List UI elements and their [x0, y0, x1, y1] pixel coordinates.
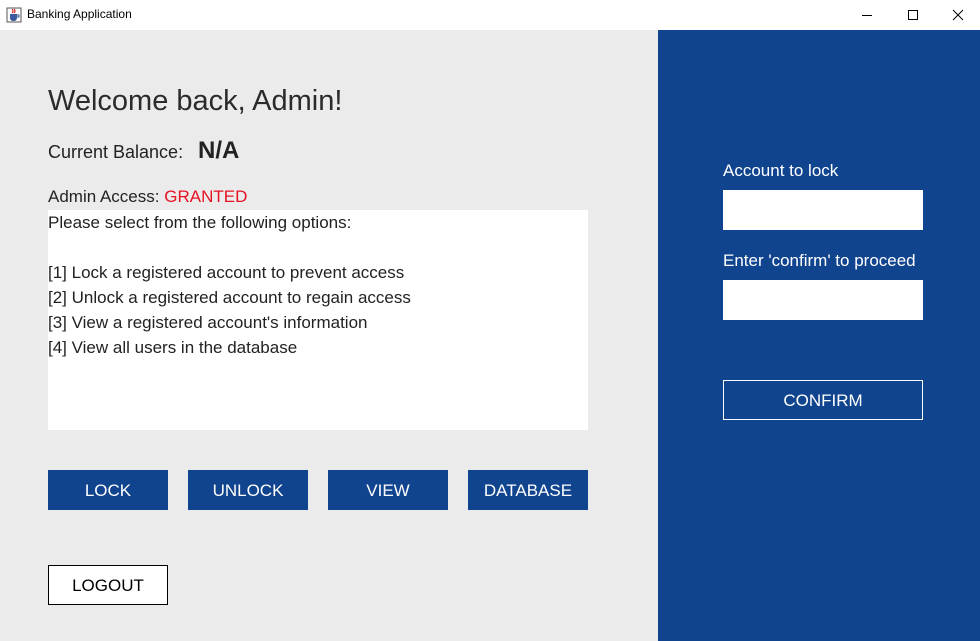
- account-to-lock-input[interactable]: [723, 190, 923, 230]
- lock-button[interactable]: LOCK: [48, 470, 168, 510]
- logout-button[interactable]: LOGOUT: [48, 565, 168, 605]
- action-side-panel: Account to lock Enter 'confirm' to proce…: [658, 30, 980, 641]
- minimize-icon: [862, 15, 872, 16]
- confirm-button[interactable]: CONFIRM: [723, 380, 923, 420]
- close-button[interactable]: [935, 0, 980, 30]
- banking-app-window: Banking Application Welcome back, Admin!…: [0, 0, 980, 641]
- options-line: [2] Unlock a registered account to regai…: [48, 288, 411, 307]
- unlock-button[interactable]: UNLOCK: [188, 470, 308, 510]
- options-line: [48, 235, 588, 260]
- options-line: [3] View a registered account's informat…: [48, 313, 368, 332]
- account-to-lock-label: Account to lock: [723, 161, 839, 180]
- title-bar: Banking Application: [0, 0, 980, 30]
- confirm-input[interactable]: [723, 280, 923, 320]
- java-coffee-icon: [6, 7, 22, 23]
- welcome-heading: Welcome back, Admin!: [48, 85, 343, 117]
- options-line: Please select from the following options…: [48, 213, 352, 232]
- admin-access-status: GRANTED: [164, 187, 248, 206]
- balance-label: Current Balance:: [48, 142, 184, 162]
- options-line: [1] Lock a registered account to prevent…: [48, 263, 405, 282]
- close-icon: [952, 9, 964, 21]
- minimize-button[interactable]: [844, 0, 890, 30]
- confirm-prompt-label: Enter 'confirm' to proceed: [723, 251, 916, 270]
- balance-value: N/A: [198, 137, 240, 164]
- admin-access-label: Admin Access:: [48, 187, 160, 206]
- maximize-icon: [908, 10, 918, 20]
- admin-main-panel: Welcome back, Admin! Current Balance: N/…: [0, 30, 658, 641]
- database-button[interactable]: DATABASE: [468, 470, 588, 510]
- admin-access-row: Admin Access: GRANTED: [48, 187, 247, 207]
- options-line: [4] View all users in the database: [48, 338, 298, 357]
- window-title: Banking Application: [27, 7, 132, 21]
- maximize-button[interactable]: [890, 0, 936, 30]
- options-text-area[interactable]: Please select from the following options…: [48, 210, 588, 430]
- view-button[interactable]: VIEW: [328, 470, 448, 510]
